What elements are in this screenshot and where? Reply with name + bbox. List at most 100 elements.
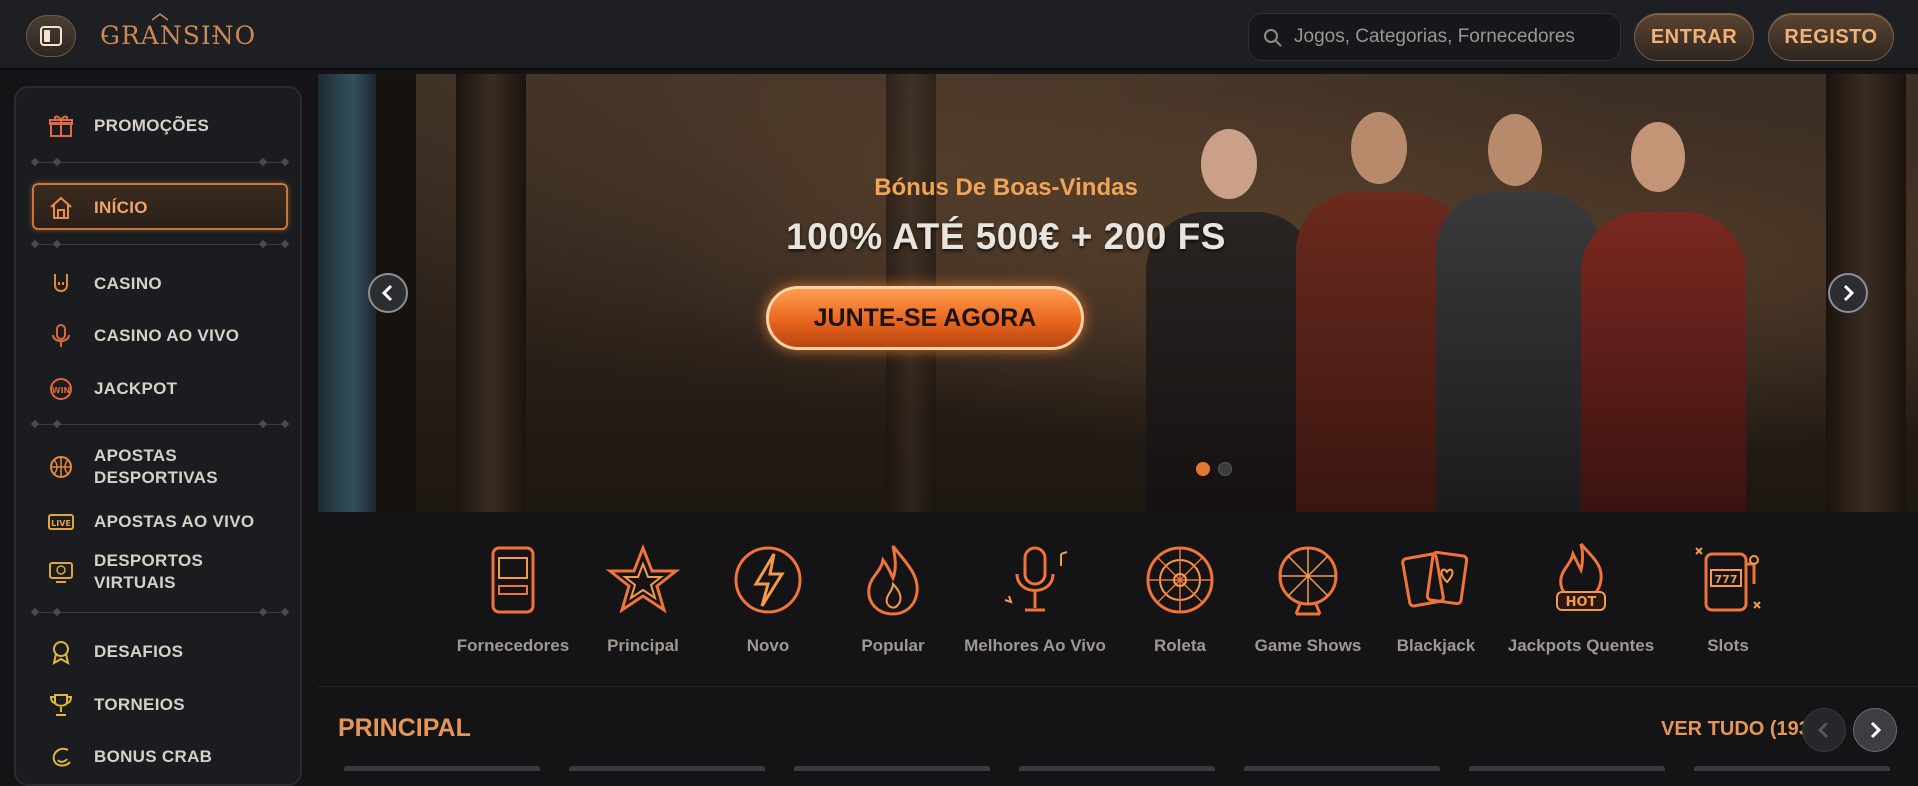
sidebar-item-label: DESPORTOS VIRTUAIS [94,551,204,592]
section-title: PRINCIPAL [338,714,471,742]
sidebar-item-label: APOSTAS AO VIVO [94,512,255,531]
sidebar-item-apostas-ao-vivo[interactable]: LIVE APOSTAS AO VIVO [48,509,293,535]
live-badge-icon: LIVE [48,509,74,535]
slot-777-icon: 777 [1695,547,1761,612]
category-melhores-ao-vivo[interactable]: Melhores Ao Vivo [960,540,1110,656]
category-label: Fornecedores [456,636,570,655]
carousel-prev-button[interactable] [1802,708,1846,752]
game-card[interactable] [1694,766,1890,771]
sidebar-item-apostas-desportivas[interactable]: APOSTAS DESPORTIVAS [48,445,293,489]
login-button[interactable]: ENTRAR [1634,13,1754,61]
sidebar-divider [30,419,290,430]
sidebar-item-casino[interactable]: CASINO [48,271,293,297]
chevron-left-icon [381,284,393,302]
category-fornecedores[interactable]: Fornecedores [438,540,588,656]
carousel-next-button[interactable] [1853,708,1897,752]
svg-text:HOT: HOT [1566,595,1597,610]
sidebar-item-desportos-virtuais[interactable]: DESPORTOS VIRTUAIS [48,550,293,594]
banner-title: Bónus De Boas-Vindas [874,174,1138,201]
live-microphone-icon [1004,546,1068,612]
search-input[interactable] [1294,14,1609,60]
sidebar-item-jackpot[interactable]: WIN JACKPOT [48,376,293,402]
sidebar-divider [30,607,290,618]
category-label: Slots [1707,636,1749,655]
character-figure [1436,192,1601,512]
category-label: Popular [861,636,925,655]
category-label: Blackjack [1396,636,1476,655]
basketball-icon [48,454,74,480]
sidebar-item-bonus-crab[interactable]: BONUS CRAB [48,744,293,770]
character-figure [1581,212,1746,512]
microphone-icon [48,323,74,349]
chevron-left-icon [1817,721,1829,739]
sidebar-item-label: TORNEIOS [94,695,185,714]
category-label: Melhores Ao Vivo [964,636,1106,655]
virtual-screen-icon [48,559,74,585]
sidebar-toggle-button[interactable] [26,15,76,57]
category-slots[interactable]: 777 Slots [1653,540,1803,656]
sidebar-item-label: JACKPOT [94,379,178,398]
prize-wheel-icon [1278,546,1338,616]
crab-icon [48,744,74,770]
sidebar-item-label: PROMOÇÕES [94,116,210,135]
game-card[interactable] [344,766,540,771]
banner-prev-button[interactable] [368,273,408,313]
see-all-link[interactable]: VER TUDO (193) [1661,718,1817,741]
sidebar-item-label: CASINO [94,274,162,293]
banner-offer: 100% ATÉ 500€ + 200 FS [786,216,1226,257]
sidebar: PROMOÇÕES INÍCIO CASINO CASINO AO VIVO W… [14,86,302,786]
game-card[interactable] [1469,766,1665,771]
game-card[interactable] [569,766,765,771]
logo-text: GRANSINO [100,21,257,50]
category-bar: Fornecedores Principal Novo Popular Melh… [318,540,1918,670]
medal-icon [48,639,74,665]
trophy-icon [48,692,74,718]
lightning-icon [734,546,802,614]
svg-text:WIN: WIN [52,386,71,395]
sidebar-item-inicio[interactable]: INÍCIO [32,183,288,230]
gift-icon [48,113,74,139]
sidebar-item-label: APOSTAS DESPORTIVAS [94,446,218,487]
register-button[interactable]: REGISTO [1768,13,1894,61]
sidebar-item-desafios[interactable]: DESAFIOS [48,639,293,665]
cards-icon [1401,550,1469,608]
join-now-button[interactable]: JUNTE-SE AGORA [766,286,1084,350]
jackpot-win-icon: WIN [48,376,74,402]
flame-icon [867,545,919,616]
sidebar-item-casino-ao-vivo[interactable]: CASINO AO VIVO [48,323,293,349]
svg-text:LIVE: LIVE [51,519,71,528]
sidebar-item-label: BONUS CRAB [94,747,213,766]
home-icon [48,195,74,221]
category-jackpots-quentes[interactable]: HOT Jackpots Quentes [1506,540,1656,656]
site-logo[interactable]: GRANSINO [100,12,257,58]
game-card[interactable] [1019,766,1215,771]
game-card[interactable] [794,766,990,771]
chevron-right-icon [1870,721,1882,739]
sidebar-divider [30,239,290,250]
roulette-icon [1146,546,1214,614]
sidebar-item-torneios[interactable]: TORNEIOS [48,692,293,718]
game-card[interactable] [1244,766,1440,771]
svg-text:777: 777 [1715,573,1738,586]
section-divider [318,686,1918,687]
sidebar-item-label: INÍCIO [94,198,148,217]
category-blackjack[interactable]: Blackjack [1361,540,1511,656]
banner-next-button[interactable] [1828,273,1868,313]
slot-machine-cabinet-icon [491,546,535,614]
hot-jackpot-icon: HOT [1556,543,1606,611]
sidebar-item-label: CASINO AO VIVO [94,326,240,345]
category-label: Jackpots Quentes [1507,636,1655,655]
search-box[interactable] [1248,13,1621,61]
slide-dot[interactable] [1218,462,1232,476]
sidebar-item-label: DESAFIOS [94,642,184,661]
rock-hand-icon [48,271,74,297]
category-popular[interactable]: Popular [818,540,968,656]
star-icon [605,543,681,614]
sidebar-item-promocoes[interactable]: PROMOÇÕES [48,113,293,139]
promo-banner: Bónus De Boas-Vindas 100% ATÉ 500€ + 200… [318,74,1918,512]
chevron-right-icon [1843,284,1855,302]
top-header: GRANSINO ENTRAR REGISTO [0,0,1918,70]
slide-indicator [1196,462,1232,476]
slide-dot-active[interactable] [1196,462,1210,476]
search-icon [1264,29,1282,47]
